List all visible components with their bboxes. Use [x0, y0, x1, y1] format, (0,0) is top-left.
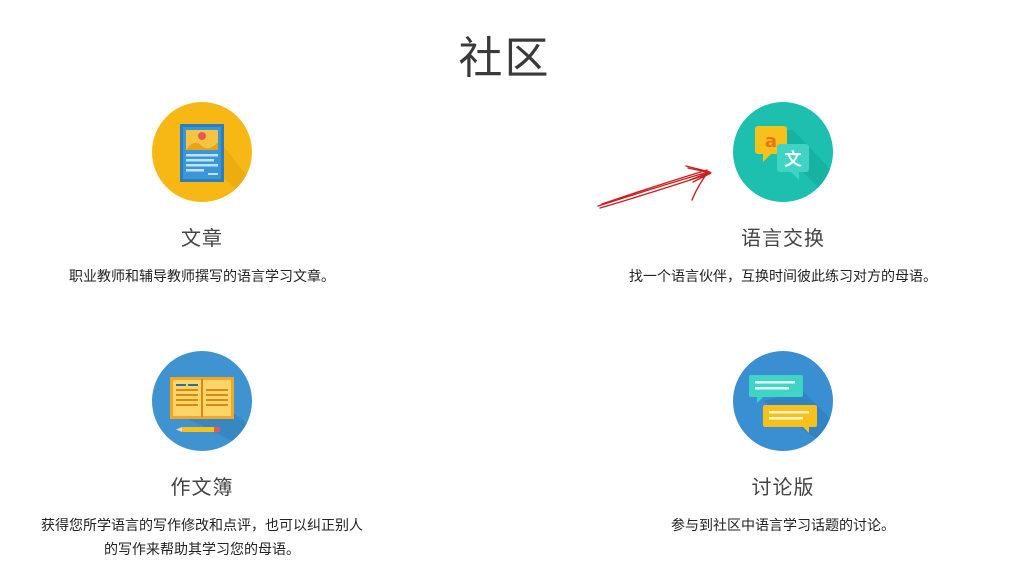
card-description: 找一个语言伙伴，互换时间彼此练习对方的母语。	[629, 269, 937, 285]
card-title[interactable]: 文章	[22, 222, 382, 251]
open-notebook-pencil-icon[interactable]	[152, 351, 252, 451]
card-title[interactable]: 语言交换	[603, 222, 963, 251]
chat-bubbles-icon[interactable]	[733, 351, 833, 451]
svg-text:a: a	[765, 131, 777, 152]
card-description: 获得您所学语言的写作修改和点评，也可以纠正别人的写作来帮助其学习您的母语。	[41, 518, 363, 558]
page-title: 社区	[458, 33, 551, 84]
community-page: 社区 文章 职业教师和辅导教师撰写的语言学习文章。 a 文 语言交换 找一个语言…	[0, 0, 1009, 575]
svg-text:文: 文	[785, 149, 803, 170]
card-description: 职业教师和辅导教师撰写的语言学习文章。	[69, 269, 335, 285]
card-description: 参与到社区中语言学习话题的讨论。	[671, 518, 895, 534]
card-title[interactable]: 作文簿	[22, 471, 382, 500]
article-document-icon[interactable]	[152, 102, 252, 202]
language-translate-bubbles-icon[interactable]: a 文	[733, 102, 833, 202]
card-forum[interactable]: 讨论版 参与到社区中语言学习话题的讨论。	[603, 351, 963, 538]
card-notebook[interactable]: 作文簿 获得您所学语言的写作修改和点评，也可以纠正别人的写作来帮助其学习您的母语…	[22, 351, 382, 562]
red-arrow-annotation	[597, 165, 712, 209]
card-title[interactable]: 讨论版	[603, 471, 963, 500]
card-articles[interactable]: 文章 职业教师和辅导教师撰写的语言学习文章。	[22, 102, 382, 289]
